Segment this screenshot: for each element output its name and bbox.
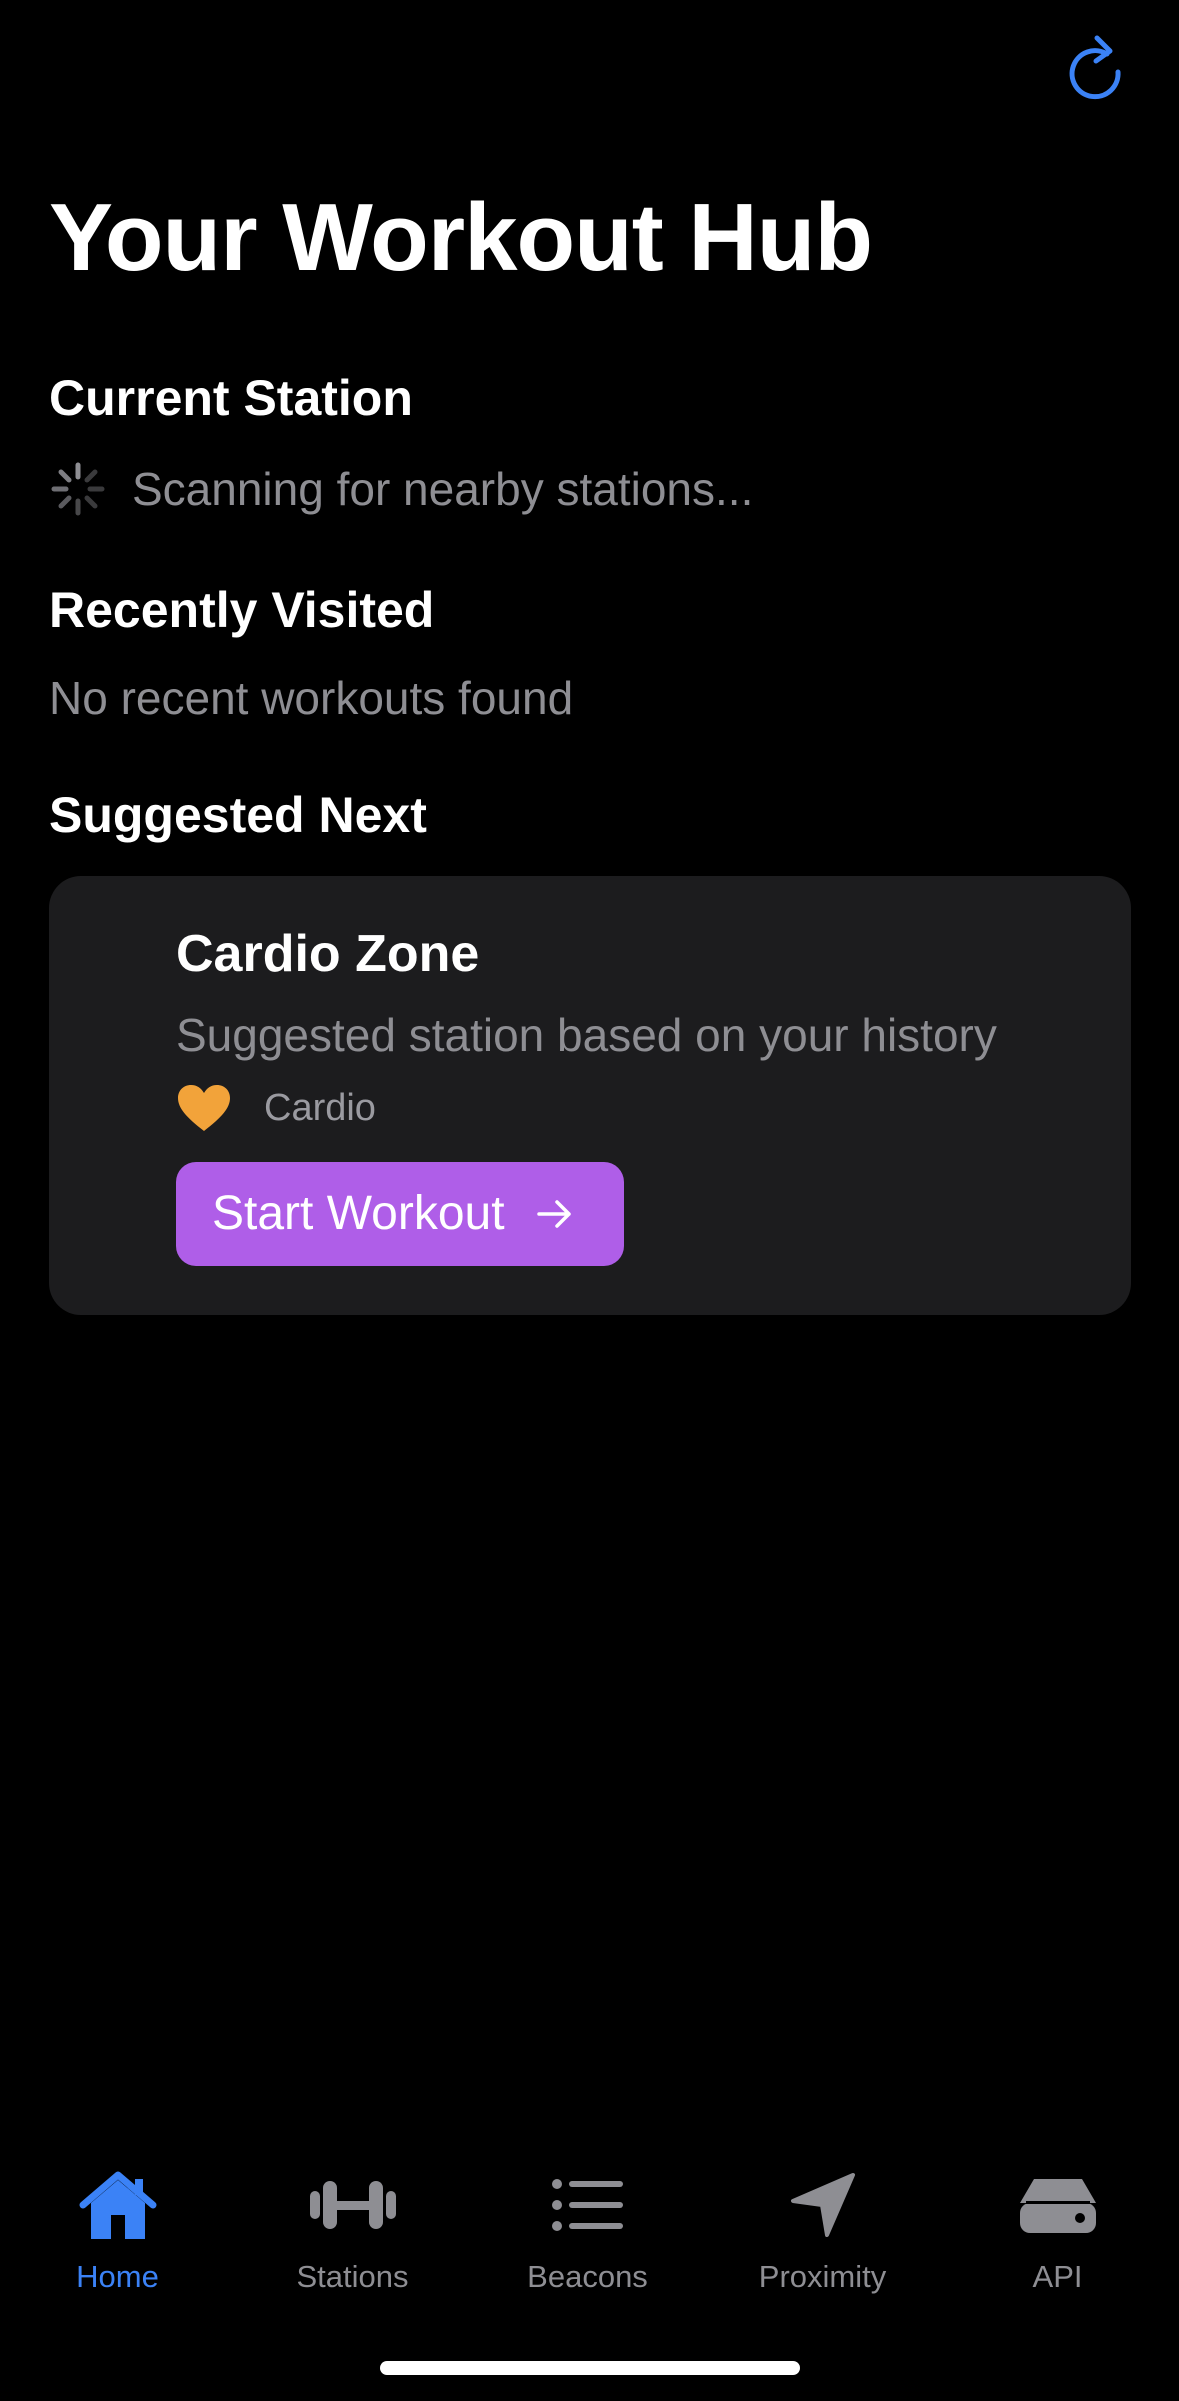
recent-workouts-empty-text: No recent workouts found [49,672,574,724]
station-category: Cardio [176,1083,376,1133]
heart-icon [178,1085,230,1131]
start-workout-label: Start Workout [212,1187,505,1240]
loading-spinner-icon [51,462,105,516]
recently-visited-heading: Recently Visited [49,582,435,638]
arrow-right-icon [536,1200,571,1228]
tab-api[interactable]: API [940,2165,1175,2315]
tab-proximity[interactable]: Proximity [705,2165,940,2315]
tab-api-label: API [1032,2259,1083,2294]
home-indicator [380,2361,800,2375]
tab-beacons-label: Beacons [527,2259,648,2294]
tab-home-label: Home [76,2259,159,2294]
location-arrow-icon [790,2173,855,2237]
list-icon [551,2179,623,2231]
station-name: Cardio Zone [176,925,480,983]
start-workout-button[interactable]: Start Workout [176,1162,624,1266]
scanning-status-text: Scanning for nearby stations... [132,463,754,515]
tab-home[interactable]: Home [0,2165,235,2315]
arrow-clockwise-icon [1069,35,1121,100]
tab-beacons[interactable]: Beacons [470,2165,705,2315]
scanning-status: Scanning for nearby stations... [49,460,753,518]
tab-bar: Home Stations Beacons Proximity API [0,2165,1179,2315]
suggested-station-card: Cardio Zone Suggested station based on y… [49,876,1131,1315]
dumbbell-icon [309,2181,396,2229]
station-description: Suggested station based on your history [176,1009,997,1061]
current-station-heading: Current Station [49,370,413,426]
suggested-next-heading: Suggested Next [49,787,427,843]
server-drive-icon [1019,2179,1096,2233]
house-icon [79,2171,156,2239]
refresh-button[interactable] [1060,30,1130,100]
page-title: Your Workout Hub [49,184,873,291]
tab-proximity-label: Proximity [758,2259,887,2294]
tab-stations-label: Stations [296,2259,409,2294]
category-label: Cardio [264,1087,376,1129]
tab-stations[interactable]: Stations [235,2165,470,2315]
